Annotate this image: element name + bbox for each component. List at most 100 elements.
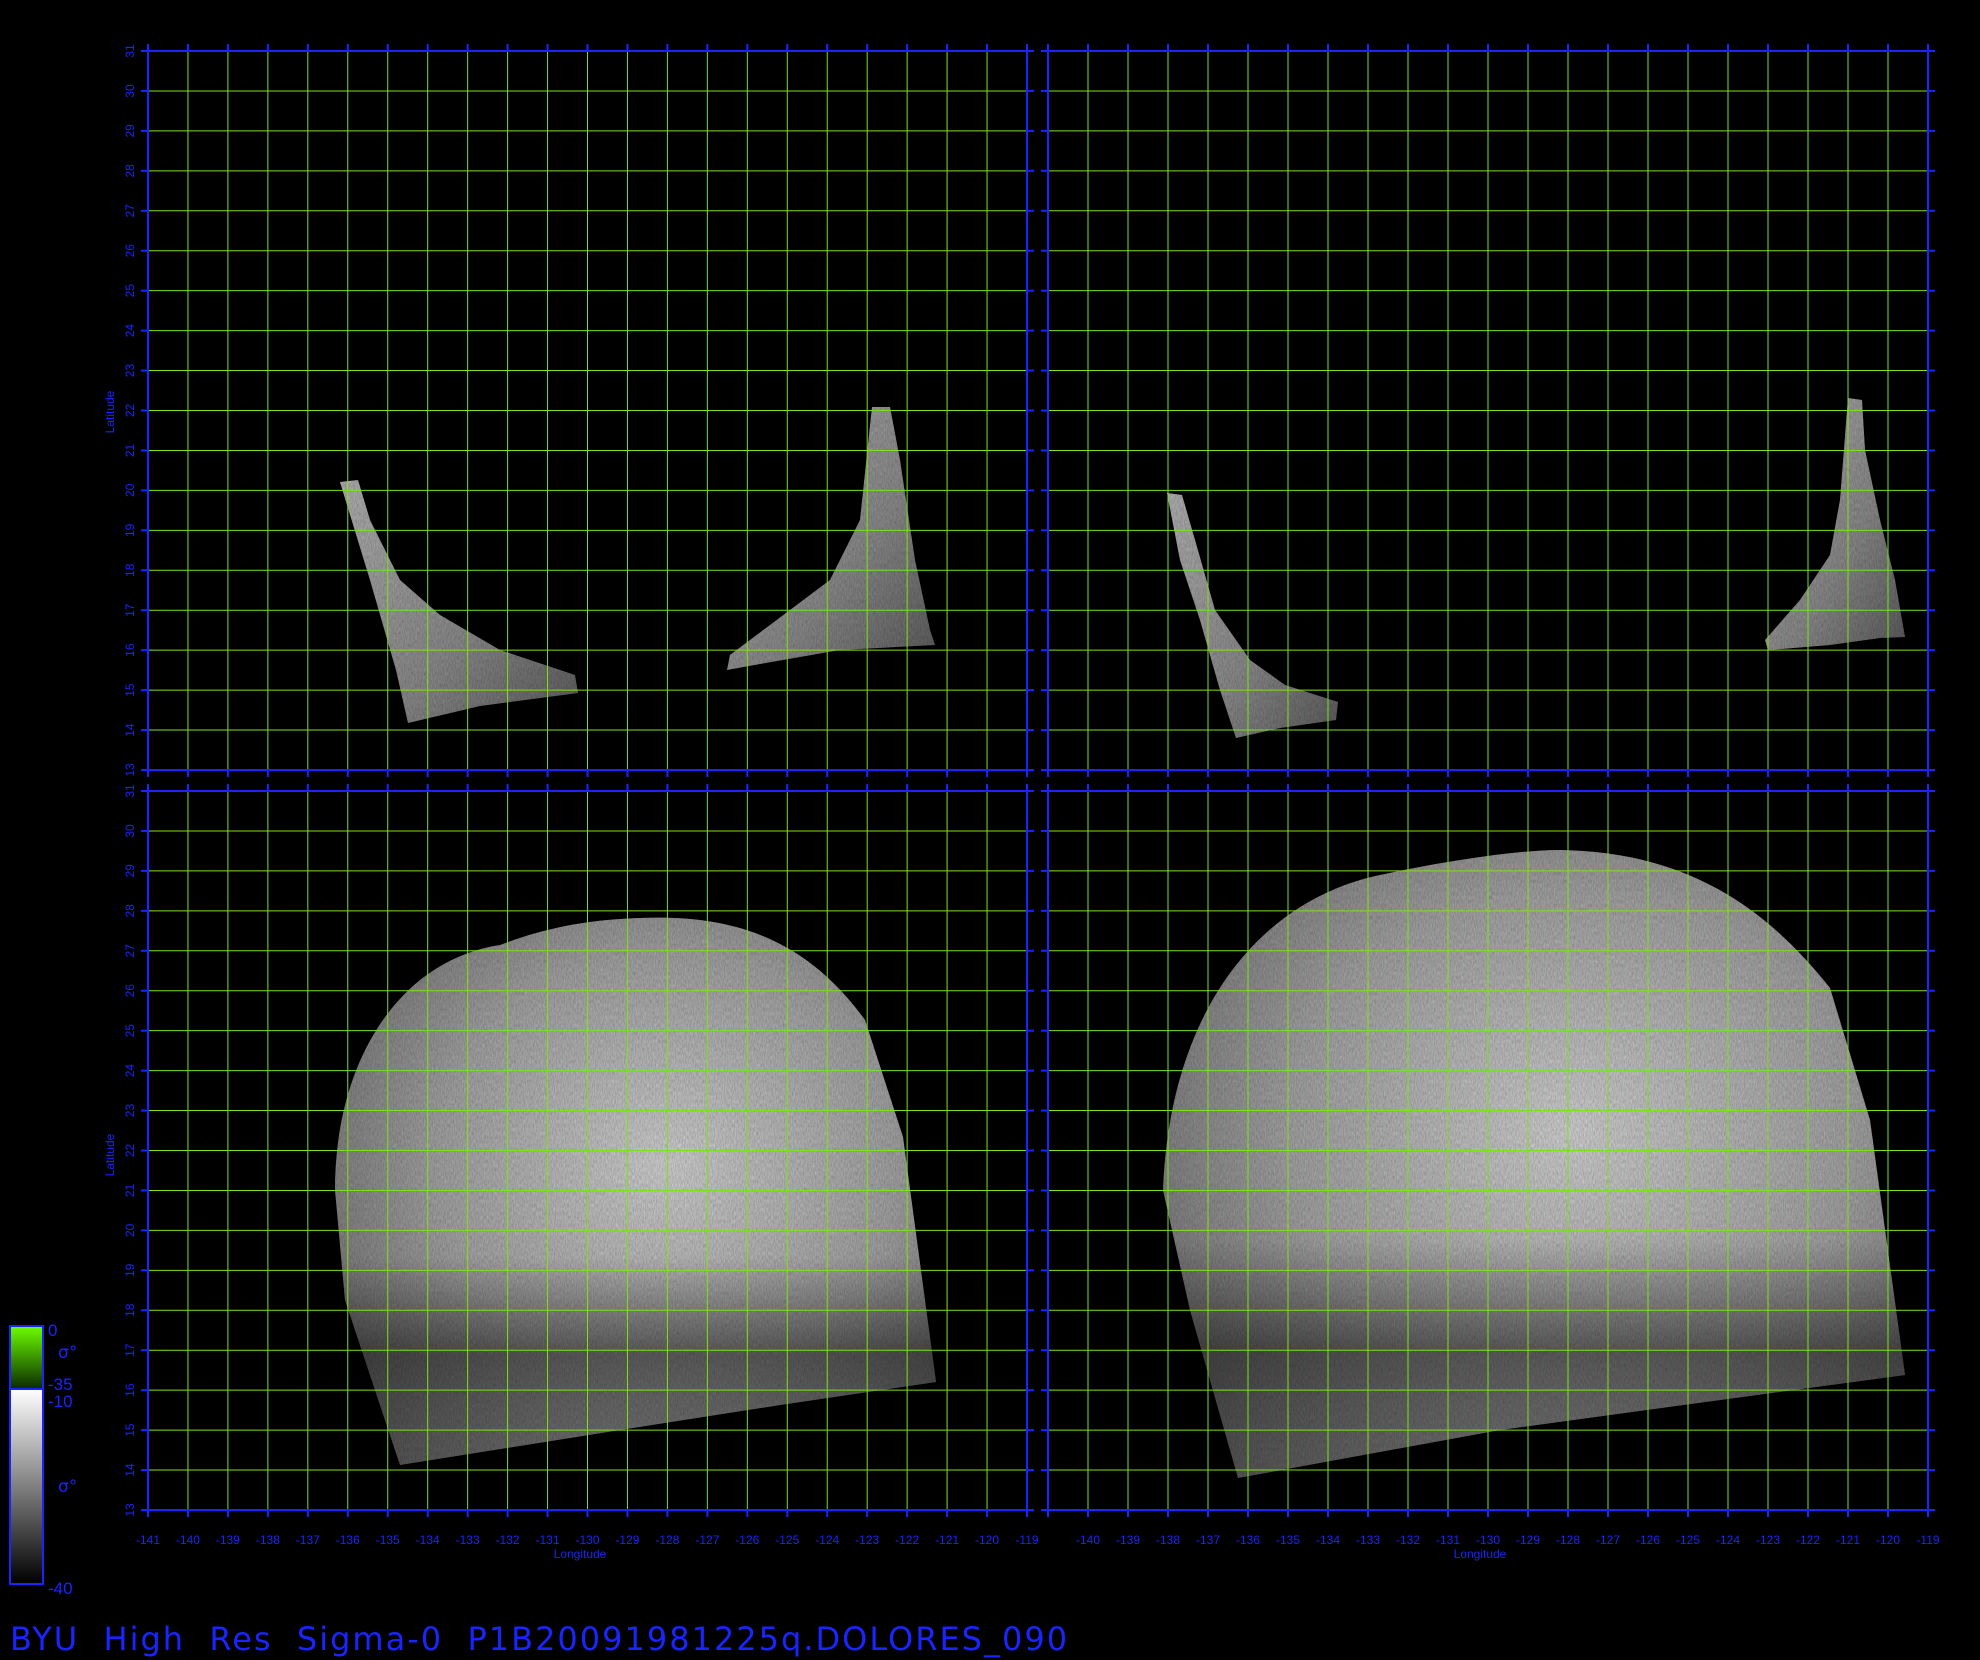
- swath-top-right-b: [1765, 398, 1905, 650]
- lat-tick-label: 26: [123, 244, 137, 258]
- lat-tick-label: 24: [123, 1064, 137, 1078]
- lon-tick-label: -134: [416, 1533, 440, 1547]
- swath-bottom-left: [335, 917, 936, 1465]
- panel-bottom-left: [141, 784, 1034, 1517]
- y-axis-label-bottom: Latitude: [103, 1133, 117, 1176]
- lat-tick-label: 19: [123, 523, 137, 537]
- green-colorbar: 0 σ° -35: [9, 1321, 77, 1394]
- gray-colorbar-bottom-label: -40: [48, 1579, 73, 1598]
- lon-tick-label: -137: [1196, 1533, 1220, 1547]
- lon-tick-label: -123: [855, 1533, 879, 1547]
- lon-tick-label: -137: [296, 1533, 320, 1547]
- lon-tick-label: -136: [1236, 1533, 1260, 1547]
- lat-tick-label: 25: [123, 284, 137, 298]
- gray-colorbar-symbol: σ°: [58, 1477, 77, 1497]
- lat-tick-label: 14: [123, 1463, 137, 1477]
- lon-tick-label: -140: [1076, 1533, 1100, 1547]
- panel-bottom-right: [1041, 784, 1935, 1517]
- lat-tick-label: 13: [123, 763, 137, 777]
- lat-tick-label: 14: [123, 723, 137, 737]
- gray-colorbar: -10 σ° -40: [9, 1388, 77, 1598]
- lat-tick-label: 21: [123, 443, 137, 457]
- lat-tick-label: 23: [123, 364, 137, 378]
- panel-top-left: [141, 44, 1034, 777]
- lat-tick-label: 19: [123, 1263, 137, 1277]
- lat-tick-label: 31: [123, 784, 137, 798]
- lon-tick-label: -135: [1276, 1533, 1300, 1547]
- green-colorbar-symbol: σ°: [58, 1343, 77, 1363]
- lon-tick-label: -128: [1556, 1533, 1580, 1547]
- lat-tick-label: 27: [123, 944, 137, 958]
- lat-tick-label: 30: [123, 84, 137, 98]
- lon-tick-label: -132: [496, 1533, 520, 1547]
- lon-tick-label: -134: [1316, 1533, 1340, 1547]
- lon-tick-label: -135: [376, 1533, 400, 1547]
- lon-tick-label: -119: [1015, 1533, 1038, 1547]
- lon-tick-label: -139: [216, 1533, 240, 1547]
- gray-colorbar-top-label: -10: [48, 1392, 73, 1411]
- lon-tick-label: -141: [136, 1533, 160, 1547]
- lat-tick-label: 18: [123, 1303, 137, 1317]
- lat-tick-label: 20: [123, 483, 137, 497]
- lon-tick-label: -130: [1476, 1533, 1500, 1547]
- lon-tick-label: -127: [695, 1533, 719, 1547]
- lon-tick-label: -127: [1596, 1533, 1620, 1547]
- lat-tick-label: 21: [123, 1183, 137, 1197]
- lat-tick-label: 29: [123, 864, 137, 878]
- y-axis-label-top: Latitude: [103, 390, 117, 433]
- lon-tick-label: -122: [895, 1533, 919, 1547]
- lat-tick-label: 28: [123, 164, 137, 178]
- lat-tick-label: 26: [123, 984, 137, 998]
- lat-tick-label: 28: [123, 904, 137, 918]
- lon-tick-label: -130: [575, 1533, 599, 1547]
- lat-tick-label: 24: [123, 324, 137, 338]
- lon-tick-label: -124: [815, 1533, 839, 1547]
- green-colorbar-top-label: 0: [48, 1321, 57, 1340]
- lat-tick-label: 27: [123, 204, 137, 218]
- lon-tick-label: -126: [735, 1533, 759, 1547]
- lon-tick-label: -140: [176, 1533, 200, 1547]
- lat-tick-label: 15: [123, 683, 137, 697]
- lon-tick-label: -125: [775, 1533, 799, 1547]
- lat-tick-label: 15: [123, 1423, 137, 1437]
- lon-tick-label: -139: [1116, 1533, 1140, 1547]
- swath-top-left-b: [727, 407, 935, 670]
- lat-tick-label: 20: [123, 1223, 137, 1237]
- panel-top-right: [1041, 44, 1935, 777]
- lon-tick-label: -121: [935, 1533, 959, 1547]
- lat-tick-label: 17: [123, 1343, 137, 1357]
- lat-tick-label: 17: [123, 603, 137, 617]
- lat-tick-label: 22: [123, 404, 137, 418]
- lat-tick-label: 16: [123, 1383, 137, 1397]
- lon-tick-label: -129: [615, 1533, 639, 1547]
- lon-tick-label: -129: [1516, 1533, 1540, 1547]
- lat-tick-label: 30: [123, 824, 137, 838]
- lat-tick-label: 13: [123, 1503, 137, 1517]
- x-axis-label-left: Longitude: [554, 1547, 607, 1561]
- lon-tick-label: -138: [1156, 1533, 1180, 1547]
- lon-tick-label: -131: [536, 1533, 560, 1547]
- sigma0-map-figure: 13 14 15 16 17 18 19 20 21 22 23 24 25 26 27 28 29 30 31 13…: [9, 44, 1940, 1598]
- lon-tick-label: -123: [1756, 1533, 1780, 1547]
- lon-tick-label: -131: [1436, 1533, 1460, 1547]
- lon-tick-label: -121: [1836, 1533, 1860, 1547]
- lat-tick-label: 31: [123, 44, 137, 58]
- lat-tick-label: 18: [123, 563, 137, 577]
- lon-tick-label: -133: [1356, 1533, 1380, 1547]
- lat-tick-label: 23: [123, 1104, 137, 1118]
- lat-tick-label: 16: [123, 643, 137, 657]
- lon-tick-label: -138: [256, 1533, 280, 1547]
- lon-tick-label: -120: [975, 1533, 999, 1547]
- lon-tick-label: -128: [655, 1533, 679, 1547]
- lat-tick-label: 22: [123, 1144, 137, 1158]
- x-axis-label-right: Longitude: [1454, 1547, 1507, 1561]
- lon-tick-label: -136: [336, 1533, 360, 1547]
- swath-top-right-a: [1167, 493, 1338, 738]
- lon-tick-label: -133: [456, 1533, 480, 1547]
- lon-tick-label: -124: [1716, 1533, 1740, 1547]
- lon-tick-label: -132: [1396, 1533, 1420, 1547]
- lon-tick-label: -125: [1676, 1533, 1700, 1547]
- swath-bottom-right: [1163, 850, 1905, 1478]
- lat-tick-label: 29: [123, 124, 137, 138]
- lon-tick-label: -119: [1916, 1533, 1939, 1547]
